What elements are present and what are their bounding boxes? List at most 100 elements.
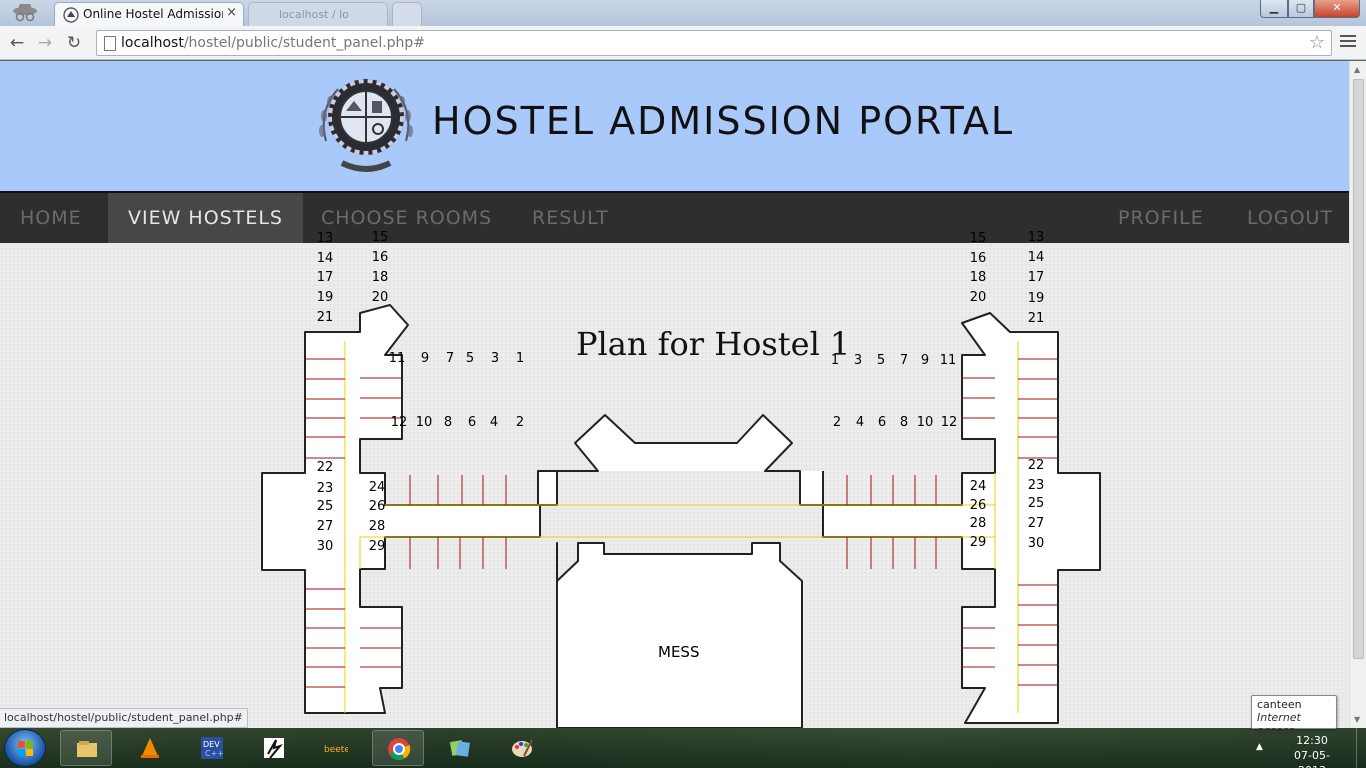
taskbar-app[interactable] — [248, 730, 300, 766]
room-left-bottom-corridor-10: 10 — [415, 415, 433, 430]
room-left-inner-lower-26: 26 — [368, 499, 386, 514]
network-tooltip: canteen Internet access — [1251, 695, 1337, 737]
nav-home[interactable]: HOME — [0, 193, 102, 243]
start-button[interactable] — [4, 729, 46, 767]
taskbar-paint[interactable] — [496, 730, 548, 766]
nav-profile[interactable]: PROFILE — [1098, 193, 1224, 243]
room-right-top-corridor-11: 11 — [939, 353, 957, 368]
taskbar-network[interactable] — [434, 730, 486, 766]
devcpp-icon: DEVC++ — [201, 737, 224, 759]
windows-taskbar: DEVC++ beetel ▲ 12:30 07-05-2013 — [0, 728, 1366, 768]
url-text: localhost/hostel/public/student_panel.ph… — [121, 35, 425, 51]
reload-button[interactable]: ↻ — [63, 32, 85, 54]
close-window-button[interactable]: ✕ — [1314, 0, 1360, 18]
room-right-outer-lower-22: 22 — [1027, 458, 1045, 473]
room-left-outer-lower-30: 30 — [316, 539, 334, 554]
scrollbar-thumb[interactable] — [1353, 79, 1364, 659]
svg-text:beetel: beetel — [324, 745, 348, 755]
taskbar-chrome[interactable] — [372, 730, 424, 766]
room-right-inner-upper-15: 15 — [969, 231, 987, 246]
address-bar[interactable]: localhost/hostel/public/student_panel.ph… — [96, 30, 1332, 56]
room-right-inner-upper-20: 20 — [969, 290, 987, 305]
room-right-bottom-corridor-6: 6 — [877, 415, 887, 430]
tab-close-icon[interactable]: × — [226, 5, 237, 20]
room-left-inner-lower-28: 28 — [368, 519, 386, 534]
new-tab-button[interactable] — [392, 2, 422, 26]
page-scrollbar[interactable]: ▲ ▼ — [1349, 61, 1366, 728]
taskbar-vlc[interactable] — [124, 730, 176, 766]
room-right-inner-lower-24: 24 — [969, 479, 987, 494]
room-left-outer-upper-21: 21 — [316, 310, 334, 325]
tab-title: Online Hostel Admission S — [83, 7, 223, 21]
svg-text:DEV: DEV — [203, 740, 220, 749]
room-right-top-corridor-9: 9 — [920, 353, 930, 368]
taskbar-beetel[interactable]: beetel — [310, 730, 362, 766]
explorer-icon — [77, 741, 97, 757]
svg-text:C++: C++ — [205, 749, 224, 758]
room-left-bottom-corridor-8: 8 — [443, 415, 453, 430]
room-right-outer-lower-23: 23 — [1027, 478, 1045, 493]
room-left-inner-upper-20: 20 — [371, 290, 389, 305]
tab-title: localhost / lo — [279, 8, 349, 21]
room-left-inner-upper-16: 16 — [371, 250, 389, 265]
room-right-outer-upper-19: 19 — [1027, 291, 1045, 306]
tray-arrow-icon[interactable]: ▲ — [1256, 742, 1263, 752]
room-left-outer-upper-14: 14 — [316, 251, 334, 266]
taskbar-clock[interactable]: 12:30 07-05-2013 — [1282, 733, 1342, 768]
room-right-inner-lower-29: 29 — [969, 535, 987, 550]
incognito-icon — [13, 4, 37, 22]
tab-localhost[interactable]: localhost / lo — [248, 2, 388, 26]
room-left-bottom-corridor-12: 12 — [390, 415, 408, 430]
room-left-outer-lower-27: 27 — [316, 519, 334, 534]
room-left-outer-upper-17: 17 — [316, 270, 334, 285]
back-button[interactable]: ← — [6, 32, 28, 54]
minimize-button[interactable]: ▁ — [1260, 0, 1288, 18]
bookmark-star-icon[interactable]: ☆ — [1309, 32, 1325, 53]
clock-date: 07-05-2013 — [1294, 749, 1330, 768]
tooltip-network-name: canteen — [1257, 698, 1302, 711]
room-right-outer-lower-25: 25 — [1027, 496, 1045, 511]
room-left-bottom-corridor-2: 2 — [515, 415, 525, 430]
forward-button[interactable]: → — [34, 32, 56, 54]
chrome-menu-icon[interactable] — [1340, 35, 1356, 49]
room-right-bottom-corridor-10: 10 — [916, 415, 934, 430]
app-icon — [264, 738, 284, 759]
room-left-inner-upper-15: 15 — [371, 230, 389, 245]
taskbar-devcpp[interactable]: DEV C++ — [186, 730, 238, 766]
maximize-button[interactable]: ▢ — [1288, 0, 1314, 18]
room-right-outer-upper-21: 21 — [1027, 311, 1045, 326]
room-left-outer-upper-13: 13 — [316, 231, 334, 246]
scroll-down-icon[interactable]: ▼ — [1354, 715, 1360, 724]
room-left-bottom-corridor-4: 4 — [489, 415, 499, 430]
room-right-bottom-corridor-2: 2 — [832, 415, 842, 430]
vlc-icon — [141, 738, 159, 758]
scroll-up-icon[interactable]: ▲ — [1354, 65, 1360, 74]
chrome-icon — [388, 738, 411, 760]
nav-result[interactable]: RESULT — [512, 193, 629, 243]
network-icon — [449, 740, 470, 757]
room-right-bottom-corridor-4: 4 — [855, 415, 865, 430]
room-right-outer-upper-17: 17 — [1027, 270, 1045, 285]
browser-toolbar: ← → ↻ localhost/hostel/public/student_pa… — [0, 26, 1366, 60]
room-right-inner-upper-18: 18 — [969, 270, 987, 285]
hostel-plan-section: Plan for Hostel 1 13 14 17 19 21 15 16 1… — [0, 230, 1349, 728]
room-right-bottom-corridor-12: 12 — [940, 415, 958, 430]
room-left-outer-lower-23: 23 — [316, 481, 334, 496]
tab-online-hostel-admission[interactable]: Online Hostel Admission S × — [54, 2, 244, 26]
room-right-outer-upper-14: 14 — [1027, 250, 1045, 265]
tooltip-access-status: Internet access — [1257, 711, 1301, 737]
room-left-inner-lower-29: 29 — [368, 539, 386, 554]
room-left-bottom-corridor-6: 6 — [467, 415, 477, 430]
portal-title: HOSTEL ADMISSION PORTAL — [432, 99, 1015, 143]
taskbar-explorer[interactable] — [60, 730, 112, 766]
beetel-icon: beetel — [324, 745, 348, 755]
nav-view-hostels[interactable]: VIEW HOSTELS — [108, 193, 303, 243]
room-left-top-corridor-9: 9 — [420, 351, 430, 366]
url-path: /hostel/public/student_panel.php# — [183, 35, 426, 51]
room-right-outer-lower-27: 27 — [1027, 516, 1045, 531]
page-viewport: HOSTEL ADMISSION PORTAL HOME VIEW HOSTEL… — [0, 61, 1349, 728]
room-left-top-corridor-3: 3 — [490, 351, 500, 366]
room-left-outer-lower-25: 25 — [316, 499, 334, 514]
show-desktop-button[interactable] — [1356, 728, 1366, 768]
nav-logout[interactable]: LOGOUT — [1227, 193, 1349, 243]
